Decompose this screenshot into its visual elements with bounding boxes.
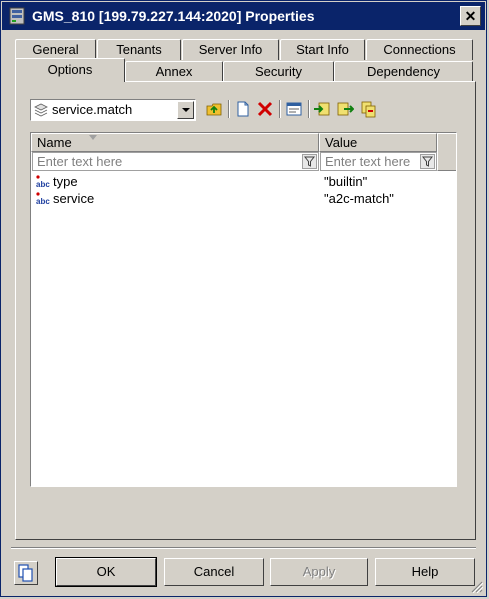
options-grid[interactable]: Name Value Enter text here Enter text he… bbox=[30, 132, 457, 487]
tab-label: Start Info bbox=[296, 42, 349, 57]
close-icon: ✕ bbox=[464, 8, 477, 24]
copy-icon bbox=[361, 101, 376, 118]
export-button[interactable] bbox=[335, 99, 355, 119]
tab-start-info[interactable]: Start Info bbox=[280, 39, 365, 60]
value-filter-button[interactable] bbox=[420, 154, 435, 169]
new-icon bbox=[237, 101, 249, 117]
tab-options[interactable]: Options bbox=[15, 58, 125, 82]
tab-connections[interactable]: Connections bbox=[366, 39, 473, 60]
export-icon bbox=[337, 102, 355, 116]
copy-button[interactable] bbox=[358, 99, 378, 119]
button-label: Help bbox=[411, 564, 439, 579]
tab-annex[interactable]: Annex bbox=[125, 61, 223, 82]
string-type-icon: abc bbox=[36, 175, 50, 188]
row-name: service bbox=[53, 191, 95, 206]
tab-label: Security bbox=[255, 64, 302, 79]
chevron-down-icon[interactable] bbox=[177, 101, 194, 119]
cancel-button[interactable]: Cancel bbox=[164, 558, 264, 586]
title-bar: GMS_810 [199.79.227.144:2020] Properties… bbox=[2, 2, 485, 30]
column-header-name[interactable]: Name bbox=[31, 133, 319, 152]
toolbar-separator bbox=[228, 100, 230, 118]
properties-button[interactable] bbox=[284, 99, 304, 119]
section-select[interactable]: service.match bbox=[30, 99, 196, 121]
filter-icon bbox=[303, 156, 316, 167]
name-filter-input[interactable] bbox=[37, 154, 296, 169]
filter-icon bbox=[421, 156, 434, 167]
up-folder-icon bbox=[206, 103, 222, 116]
properties-icon bbox=[286, 102, 302, 116]
tab-label: Annex bbox=[155, 64, 193, 79]
window-title: GMS_810 [199.79.227.144:2020] Properties bbox=[32, 8, 315, 24]
row-value: "builtin" bbox=[324, 174, 368, 189]
ok-button[interactable]: OK bbox=[55, 557, 157, 587]
tab-dependency[interactable]: Dependency bbox=[334, 61, 473, 82]
table-row[interactable]: abc type "builtin" bbox=[31, 173, 456, 190]
button-label: OK bbox=[96, 564, 116, 579]
tab-general[interactable]: General bbox=[15, 39, 96, 60]
column-header-label: Name bbox=[37, 135, 72, 150]
string-type-icon: abc bbox=[36, 192, 50, 205]
table-row[interactable]: abc service "a2c-match" bbox=[31, 190, 456, 207]
help-button[interactable]: Help bbox=[375, 558, 475, 586]
row-name: type bbox=[53, 174, 78, 189]
close-button[interactable]: ✕ bbox=[460, 6, 481, 26]
name-filter-row[interactable] bbox=[32, 152, 319, 171]
section-select-value: service.match bbox=[52, 102, 133, 117]
svg-text:abc: abc bbox=[36, 180, 50, 188]
apply-button[interactable]: Apply bbox=[270, 558, 368, 586]
svg-text:abc: abc bbox=[36, 197, 50, 205]
section-icon bbox=[34, 103, 48, 117]
name-filter-button[interactable] bbox=[302, 154, 317, 169]
options-panel: service.match Name Value Enter text here… bbox=[15, 81, 476, 540]
value-filter-input[interactable] bbox=[325, 154, 414, 169]
tab-security[interactable]: Security bbox=[223, 61, 334, 82]
up-folder-button[interactable] bbox=[204, 99, 224, 119]
column-header-value[interactable]: Value bbox=[319, 133, 437, 152]
header-corner bbox=[437, 133, 456, 171]
tab-tenants[interactable]: Tenants bbox=[97, 39, 181, 60]
tab-server-info[interactable]: Server Info bbox=[182, 39, 279, 60]
button-label: Apply bbox=[302, 564, 336, 579]
tab-label: Connections bbox=[383, 42, 456, 57]
delete-button[interactable] bbox=[255, 99, 275, 119]
import-button[interactable] bbox=[312, 99, 332, 119]
copy-pages-icon bbox=[18, 564, 33, 582]
server-app-icon bbox=[9, 7, 25, 25]
resize-grip-icon[interactable] bbox=[471, 581, 483, 593]
tab-label: General bbox=[32, 42, 79, 57]
row-value: "a2c-match" bbox=[324, 191, 394, 206]
tab-label: Tenants bbox=[116, 42, 162, 57]
copy-properties-button[interactable] bbox=[14, 561, 38, 585]
tab-label: Options bbox=[47, 62, 93, 77]
import-icon bbox=[314, 102, 330, 116]
tab-label: Dependency bbox=[367, 64, 440, 79]
toolbar-separator bbox=[308, 100, 310, 118]
column-header-label: Value bbox=[325, 135, 358, 150]
new-button[interactable] bbox=[233, 99, 253, 119]
properties-dialog: GMS_810 [199.79.227.144:2020] Properties… bbox=[0, 0, 487, 597]
value-filter-row[interactable] bbox=[320, 152, 437, 171]
sort-arrow-icon bbox=[89, 135, 97, 140]
toolbar-separator bbox=[279, 100, 281, 118]
button-label: Cancel bbox=[193, 564, 235, 579]
delete-icon bbox=[257, 101, 273, 117]
tab-label: Server Info bbox=[198, 42, 263, 57]
button-separator bbox=[11, 547, 476, 549]
